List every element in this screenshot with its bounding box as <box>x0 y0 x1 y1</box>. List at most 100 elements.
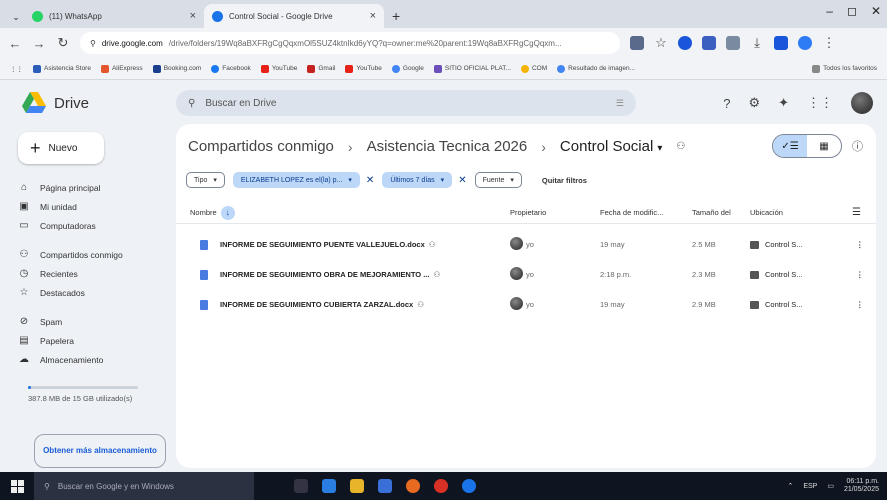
download-icon[interactable]: ⤓ <box>750 35 764 51</box>
sidebar-item-trash[interactable]: ▤ Papelera <box>18 331 168 350</box>
apps-icon[interactable]: ⋮⋮ <box>10 65 23 73</box>
sidebar-item-computers[interactable]: ▭ Computadoras <box>18 216 168 235</box>
sidebar-item-my-drive[interactable]: ▣ Mi unidad <box>18 197 168 216</box>
taskbar-search-input[interactable]: ⚲ Buscar en Google y en Windows <box>34 472 254 500</box>
column-owner[interactable]: Propietario <box>510 208 546 217</box>
settings-gear-icon[interactable]: ⚙ <box>748 95 760 111</box>
breadcrumb-current[interactable]: Control Social ▾ <box>560 138 662 155</box>
more-actions-icon[interactable]: ⋮ <box>856 300 864 309</box>
sidebar-item-home[interactable]: ⌂ Página principal <box>18 178 168 197</box>
network-icon[interactable]: ▭ <box>827 482 834 490</box>
bookmark[interactable]: Booking.com <box>152 64 201 73</box>
filter-modified[interactable]: Últimos 7 días ▾ <box>382 172 453 188</box>
breadcrumb-item[interactable]: Asistencia Tecnica 2026 <box>367 138 528 155</box>
drive-logo[interactable]: Drive <box>22 92 89 114</box>
tab-whatsapp[interactable]: (11) WhatsApp × <box>24 4 204 28</box>
file-size: 2.9 MB <box>692 300 716 309</box>
site-info-icon[interactable]: ⚲ <box>90 39 96 48</box>
minimize-button[interactable]: – <box>826 4 833 18</box>
forward-icon[interactable]: → <box>32 36 46 51</box>
gemini-icon[interactable]: ✦ <box>778 95 789 111</box>
bookmark[interactable]: Resultado de imagen... <box>557 64 635 73</box>
menu-icon[interactable]: ⋮ <box>822 35 836 51</box>
filter-source[interactable]: Fuente ▾ <box>474 172 522 188</box>
apps-grid-icon[interactable]: ⋮⋮ <box>807 95 833 111</box>
close-tab-icon[interactable]: × <box>190 10 196 22</box>
store-icon[interactable] <box>322 479 336 493</box>
language-indicator[interactable]: ESP <box>803 483 817 490</box>
tray-expand-icon[interactable]: ⌃ <box>787 482 793 490</box>
maximize-button[interactable]: ◻ <box>847 4 857 18</box>
new-button[interactable]: + Nuevo <box>18 132 104 164</box>
bookmark[interactable]: YouTube <box>260 64 297 73</box>
firefox-icon[interactable] <box>406 479 420 493</box>
search-input[interactable]: ⚲ Buscar en Drive ☰ <box>176 90 636 116</box>
extension-icon[interactable] <box>726 36 740 50</box>
close-window-button[interactable]: ✕ <box>871 4 881 18</box>
sidebar-item-spam[interactable]: ⊘ Spam <box>18 312 168 331</box>
clock[interactable]: 06:11 p.m. 21/05/2025 <box>844 478 879 494</box>
remove-filter-icon[interactable]: ✕ <box>458 175 466 186</box>
sort-arrow-icon[interactable]: ↓ <box>220 205 235 220</box>
task-view-icon[interactable] <box>294 479 308 493</box>
bookmark[interactable]: Google <box>391 64 424 73</box>
tab-drive[interactable]: Control Social - Google Drive × <box>204 4 384 28</box>
list-view-button[interactable]: ✓☰ <box>773 135 807 157</box>
sidebar-item-storage[interactable]: ☁ Almacenamiento <box>18 350 168 369</box>
sidebar-item-starred[interactable]: ☆ Destacados <box>18 283 168 302</box>
filter-person[interactable]: ELIZABETH LOPEZ es el(la) p... ▾ <box>232 172 360 188</box>
bookmark[interactable]: COM <box>520 64 547 73</box>
column-name[interactable]: Nombre ↓ <box>190 205 235 220</box>
extension-icon[interactable] <box>702 36 716 50</box>
profile-icon[interactable] <box>798 36 812 50</box>
get-more-storage-button[interactable]: Obtener más almacenamiento <box>34 434 166 468</box>
info-icon[interactable]: ⓘ <box>852 138 863 154</box>
new-tab-button[interactable]: + <box>384 4 408 28</box>
edge-icon[interactable] <box>462 479 476 493</box>
sidebar-icon[interactable] <box>774 36 788 50</box>
file-location[interactable]: Control S... <box>765 240 803 249</box>
more-actions-icon[interactable]: ⋮ <box>856 240 864 249</box>
bookmark-star-icon[interactable]: ☆ <box>654 35 668 51</box>
url-input[interactable]: ⚲ drive.google.com/drive/folders/19Wq8aB… <box>80 32 620 54</box>
column-size[interactable]: Tamaño del <box>692 208 731 217</box>
bookmark[interactable]: YouTube <box>345 64 382 73</box>
breadcrumb-item[interactable]: Compartidos conmigo <box>188 138 334 155</box>
extension-icon[interactable] <box>630 36 644 50</box>
bookmark[interactable]: Facebook <box>211 64 251 73</box>
sidebar-item-recent[interactable]: ◷ Recientes <box>18 264 168 283</box>
table-row[interactable]: INFORME DE SEGUIMIENTO CUBIERTA ZARZAL.d… <box>176 290 876 320</box>
folder-icon[interactable] <box>350 479 364 493</box>
close-tab-icon[interactable]: × <box>370 10 376 22</box>
bookmark[interactable]: Gmail <box>307 64 335 73</box>
sort-options-icon[interactable]: ☰ <box>852 207 861 218</box>
all-bookmarks[interactable]: Todos los favoritos <box>812 64 877 73</box>
sidebar-item-shared[interactable]: ⚇ Compartidos conmigo <box>18 245 168 264</box>
filter-type[interactable]: Tipo ▾ <box>186 172 225 188</box>
table-row[interactable]: INFORME DE SEGUIMIENTO PUENTE VALLEJUELO… <box>176 230 876 260</box>
mail-icon[interactable] <box>378 479 392 493</box>
reload-icon[interactable]: ↻ <box>56 35 70 51</box>
app-name: Drive <box>54 94 90 112</box>
more-actions-icon[interactable]: ⋮ <box>856 270 864 279</box>
table-row[interactable]: INFORME DE SEGUIMIENTO OBRA DE MEJORAMIE… <box>176 260 876 290</box>
extension-icon[interactable] <box>678 36 692 50</box>
remove-filter-icon[interactable]: ✕ <box>366 175 374 186</box>
help-icon[interactable]: ? <box>723 96 730 111</box>
avatar[interactable] <box>851 92 873 114</box>
bookmark[interactable]: SITIO OFICIAL PLAT... <box>433 64 511 73</box>
column-location[interactable]: Ubicación <box>750 208 783 217</box>
windows-start-button[interactable] <box>0 479 34 493</box>
bookmark[interactable]: AliExpress <box>100 64 143 73</box>
tab-search-icon[interactable]: ⌄ <box>8 6 24 28</box>
search-options-icon[interactable]: ☰ <box>616 98 624 109</box>
column-modified[interactable]: Fecha de modific... <box>600 208 663 217</box>
back-icon[interactable]: ← <box>8 36 22 51</box>
chrome-icon[interactable] <box>434 479 448 493</box>
file-location[interactable]: Control S... <box>765 270 803 279</box>
grid-view-button[interactable]: ▦ <box>807 135 841 157</box>
bookmark[interactable]: Asistencia Store <box>33 64 91 73</box>
clear-filters-button[interactable]: Quitar filtros <box>542 176 587 185</box>
bookmark-icon <box>33 64 41 73</box>
file-location[interactable]: Control S... <box>765 300 803 309</box>
